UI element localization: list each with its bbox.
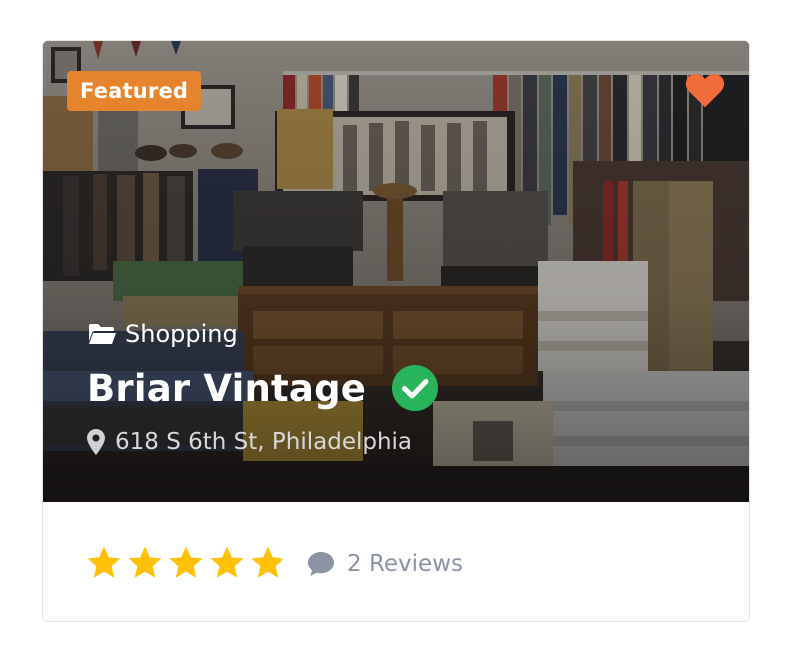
title-row: Briar Vintage	[87, 361, 439, 415]
heart-icon	[685, 74, 725, 108]
star-icon-partial	[250, 545, 286, 581]
featured-badge: Featured	[67, 71, 202, 111]
reviews-count: 2 Reviews	[347, 551, 463, 577]
listing-footer: 2 Reviews	[43, 502, 749, 621]
address-text: 618 S 6th St, Philadelphia	[115, 429, 413, 455]
star-icon	[127, 545, 163, 581]
comment-icon	[307, 551, 335, 577]
listing-address: 618 S 6th St, Philadelphia	[87, 425, 412, 459]
listing-category[interactable]: Shopping	[87, 317, 238, 351]
listing-card[interactable]: Featured Shopping Briar Vintage 618 S 6t…	[42, 40, 750, 622]
category-label: Shopping	[125, 320, 238, 348]
reviews-link[interactable]: 2 Reviews	[307, 546, 463, 582]
folder-open-icon	[87, 322, 117, 346]
favorite-button[interactable]	[682, 67, 728, 113]
listing-photo[interactable]: Featured Shopping Briar Vintage 618 S 6t…	[43, 41, 749, 502]
check-circle-icon	[392, 365, 439, 411]
star-icon	[168, 545, 204, 581]
listing-title[interactable]: Briar Vintage	[87, 367, 366, 410]
star-icon	[209, 545, 245, 581]
star-rating	[86, 545, 291, 583]
star-icon	[86, 545, 122, 581]
map-pin-icon	[87, 429, 105, 455]
